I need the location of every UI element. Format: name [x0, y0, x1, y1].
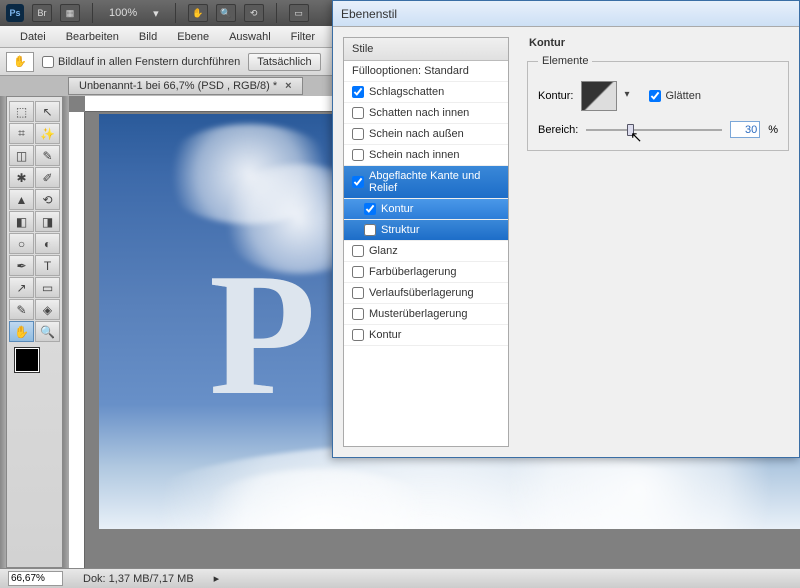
styles-panel: Stile Füllooptionen: Standard Schlagscha… [343, 37, 509, 447]
type-tool[interactable]: T [35, 255, 60, 276]
menu-bild[interactable]: Bild [129, 29, 167, 45]
info-dropdown-icon[interactable]: ▸ [214, 572, 220, 585]
crop-tool[interactable]: ◫ [9, 145, 34, 166]
close-icon[interactable]: × [285, 80, 291, 92]
color-swatches[interactable] [15, 348, 55, 388]
status-bar: Dok: 1,37 MB/7,17 MB ▸ [0, 568, 800, 588]
document-tab[interactable]: Unbenannt-1 bei 66,7% (PSD , RGB/8) *× [68, 77, 303, 95]
style-bevel[interactable]: Abgeflachte Kante und Relief [344, 166, 508, 199]
style-glanz[interactable]: Glanz [344, 241, 508, 262]
bridge-icon[interactable]: Br [32, 4, 52, 22]
hand-tool-icon[interactable]: ✋ [188, 4, 208, 22]
range-unit: % [768, 124, 778, 136]
layout-icon[interactable]: ▦ [60, 4, 80, 22]
doc-info: Dok: 1,37 MB/7,17 MB [83, 573, 194, 585]
stamp-tool[interactable]: ▲ [9, 189, 34, 210]
foreground-color[interactable] [15, 348, 39, 372]
cursor-icon: ↖ [630, 128, 643, 146]
toolbox: ⬚↖ ⌗✨ ◫✎ ✱✐ ▲⟲ ◧◨ ○◐ ✒T ↗▭ ✎◈ ✋🔍 [6, 96, 63, 568]
ps-logo: Ps [6, 4, 24, 22]
gradient-tool[interactable]: ◨ [35, 211, 60, 232]
layer-style-dialog: Ebenenstil Stile Füllooptionen: Standard… [332, 0, 800, 458]
zoom-tool[interactable]: 🔍 [35, 321, 60, 342]
pen-tool[interactable]: ✒ [9, 255, 34, 276]
lasso-tool[interactable]: ⌗ [9, 123, 34, 144]
dodge-tool[interactable]: ◐ [35, 233, 60, 254]
brush-tool[interactable]: ✐ [35, 167, 60, 188]
ruler-vertical[interactable] [69, 112, 85, 568]
3d-tool[interactable]: ◈ [35, 299, 60, 320]
heal-tool[interactable]: ✱ [9, 167, 34, 188]
menu-bearbeiten[interactable]: Bearbeiten [56, 29, 129, 45]
style-farbe[interactable]: Farbüberlagerung [344, 262, 508, 283]
shape-tool[interactable]: ▭ [35, 277, 60, 298]
range-value-input[interactable] [730, 121, 760, 138]
wand-tool[interactable]: ✨ [35, 123, 60, 144]
style-schein-aussen[interactable]: Schein nach außen [344, 124, 508, 145]
dialog-title[interactable]: Ebenenstil [333, 1, 799, 27]
zoom-tool-icon[interactable]: 🔍 [216, 4, 236, 22]
style-struktur[interactable]: Struktur [344, 220, 508, 241]
contour-label: Kontur: [538, 90, 573, 102]
section-title: Kontur [529, 37, 789, 49]
path-tool[interactable]: ↗ [9, 277, 34, 298]
menu-datei[interactable]: Datei [10, 29, 56, 45]
antialias-checkbox[interactable]: Glätten [649, 90, 700, 102]
contour-settings: Kontur Elemente Kontur: Glätten Bereich:… [527, 37, 789, 447]
menu-filter[interactable]: Filter [281, 29, 325, 45]
elements-legend: Elemente [538, 55, 592, 67]
history-tool[interactable]: ⟲ [35, 189, 60, 210]
text-layer: P [209, 234, 316, 435]
fill-options[interactable]: Füllooptionen: Standard [344, 61, 508, 82]
screen-mode-icon[interactable]: ▭ [289, 4, 309, 22]
notes-tool[interactable]: ✎ [9, 299, 34, 320]
scroll-all-checkbox[interactable]: Bildlauf in allen Fenstern durchführen [42, 56, 240, 68]
range-slider[interactable] [586, 123, 722, 137]
eyedropper-tool[interactable]: ✎ [35, 145, 60, 166]
actual-size-button[interactable]: Tatsächlich [248, 53, 320, 71]
hand-tool[interactable]: ✋ [9, 321, 34, 342]
current-tool-icon[interactable]: ✋ [6, 52, 34, 72]
styles-header[interactable]: Stile [344, 38, 508, 61]
style-kontur[interactable]: Kontur [344, 199, 508, 220]
move-tool[interactable]: ⬚ [9, 101, 34, 122]
style-muster[interactable]: Musterüberlagerung [344, 304, 508, 325]
marquee-tool[interactable]: ↖ [35, 101, 60, 122]
rotate-icon[interactable]: ⟲ [244, 4, 264, 22]
style-schlagschatten[interactable]: Schlagschatten [344, 82, 508, 103]
zoom-level[interactable]: 100% [109, 7, 137, 19]
style-verlauf[interactable]: Verlaufsüberlagerung [344, 283, 508, 304]
style-schatten-innen[interactable]: Schatten nach innen [344, 103, 508, 124]
menu-ebene[interactable]: Ebene [167, 29, 219, 45]
zoom-input[interactable] [8, 571, 63, 586]
range-label: Bereich: [538, 124, 578, 136]
eraser-tool[interactable]: ◧ [9, 211, 34, 232]
menu-auswahl[interactable]: Auswahl [219, 29, 281, 45]
contour-picker[interactable] [581, 81, 617, 111]
style-kontur2[interactable]: Kontur [344, 325, 508, 346]
blur-tool[interactable]: ○ [9, 233, 34, 254]
style-schein-innen[interactable]: Schein nach innen [344, 145, 508, 166]
